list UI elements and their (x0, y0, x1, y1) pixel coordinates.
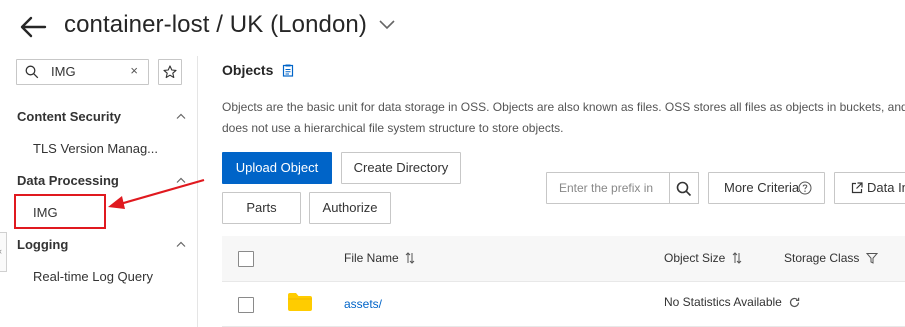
chevron-up-icon[interactable] (175, 240, 187, 248)
column-file-name-label: File Name (344, 251, 399, 265)
star-icon (163, 65, 177, 79)
folder-icon (288, 293, 312, 311)
table-header: File Name Object Size Storage Class (222, 236, 905, 282)
clear-icon[interactable]: × (130, 63, 138, 78)
create-directory-button[interactable]: Create Directory (341, 152, 461, 184)
search-icon (25, 65, 39, 79)
sidebar-item-tls-version[interactable]: TLS Version Manag... (33, 141, 158, 156)
filter-icon[interactable] (865, 252, 878, 264)
more-criteria-button[interactable]: More Criteria (708, 172, 825, 204)
search-value: IMG (51, 64, 76, 79)
nav-section-logging[interactable]: Logging (17, 237, 68, 252)
chevron-up-icon[interactable] (175, 112, 187, 120)
help-circle-icon (798, 181, 812, 195)
chevron-down-icon[interactable] (378, 17, 396, 31)
page-header: container-lost / UK (London) (0, 0, 905, 56)
more-criteria-label: More Criteria (724, 180, 800, 195)
sidebar-search-input[interactable]: IMG × (16, 59, 149, 85)
object-size-value: No Statistics Available (664, 295, 782, 309)
search-icon (676, 181, 692, 197)
table-row[interactable]: assets/ No Statistics Available (222, 282, 905, 327)
authorize-button[interactable]: Authorize (309, 192, 391, 224)
nav-section-content-security[interactable]: Content Security (17, 109, 121, 124)
page-description: Objects are the basic unit for data stor… (222, 100, 905, 135)
back-arrow-icon[interactable] (18, 14, 48, 40)
sort-icon[interactable] (732, 252, 742, 264)
data-index-label: Data Inde (867, 180, 905, 195)
annotation-highlight-box (14, 194, 106, 229)
page-title: Objects (222, 62, 274, 78)
column-storage-class-label: Storage Class (784, 251, 860, 265)
sidebar-item-real-time-log-query[interactable]: Real-time Log Query (33, 269, 153, 284)
file-name-link[interactable]: assets/ (344, 297, 382, 311)
annotation-arrow-icon (108, 178, 205, 209)
column-object-size[interactable]: Object Size (664, 251, 742, 265)
data-index-button[interactable]: Data Inde (834, 172, 905, 204)
upload-object-button[interactable]: Upload Object (222, 152, 332, 184)
sort-icon[interactable] (405, 252, 415, 264)
column-file-name[interactable]: File Name (344, 251, 415, 265)
chevron-left-icon: ‹ (0, 246, 2, 256)
document-icon[interactable] (282, 64, 294, 77)
refresh-icon[interactable] (789, 297, 800, 308)
sidebar-collapse-handle[interactable]: ‹ (0, 232, 7, 272)
prefix-search-input[interactable]: Enter the prefix in (546, 172, 670, 204)
bucket-title: container-lost / UK (London) (64, 11, 367, 38)
parts-button[interactable]: Parts (222, 192, 301, 224)
prefix-search-button[interactable] (669, 172, 699, 204)
object-size-cell: No Statistics Available (664, 295, 800, 309)
select-all-checkbox[interactable] (238, 251, 254, 267)
export-icon (851, 182, 863, 194)
main-content: Objects Objects are the basic unit for d… (222, 56, 905, 327)
column-object-size-label: Object Size (664, 251, 726, 265)
row-checkbox[interactable] (238, 297, 254, 313)
column-storage-class[interactable]: Storage Class (784, 251, 878, 265)
favorite-button[interactable] (158, 59, 182, 85)
